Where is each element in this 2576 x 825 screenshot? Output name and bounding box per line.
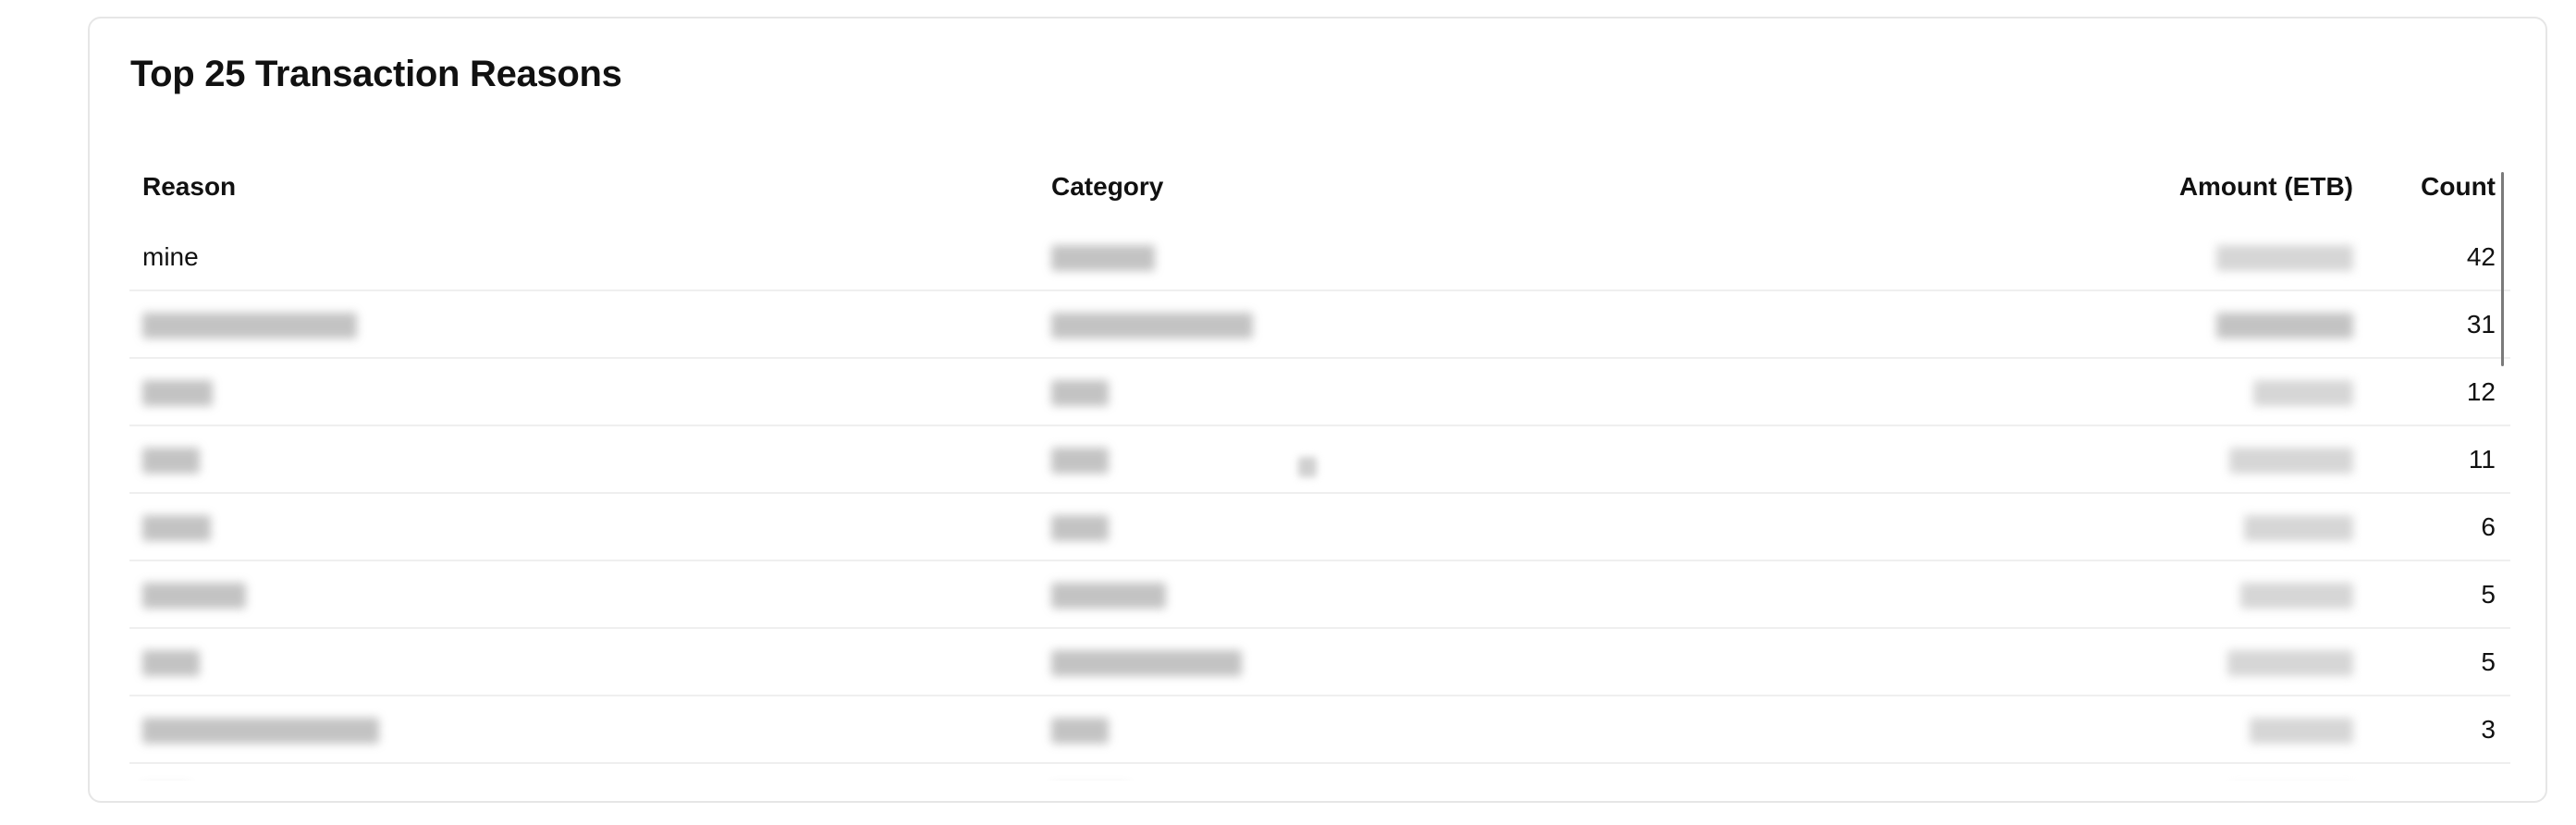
reason-cell [129,425,1038,494]
category-cell [1038,358,1963,426]
reason-cell [129,628,1038,696]
card-title: Top 25 Transaction Reasons [130,54,622,94]
category-cell [1038,224,1963,291]
table-row: 12 [129,358,2510,426]
reason-cell [129,493,1038,561]
redacted-amount [2240,583,2353,610]
redacted-category [1051,515,1109,542]
redacted-category [1051,448,1109,474]
count-cell: 12 [2368,358,2510,426]
redacted-amount [2253,380,2353,407]
table-scrollbar[interactable] [2501,172,2504,366]
redacted-amount [2216,245,2353,272]
redacted-category [1051,718,1109,745]
count-cell: 6 [2368,493,2510,561]
amount-cell [1963,425,2368,494]
amount-cell [1963,358,2368,426]
redacted-amount [2227,650,2353,677]
redacted-reason [142,650,200,677]
top-reasons-card: Top 25 Transaction Reasons Reason Catego… [88,17,2547,803]
reasons-table: Reason Category Amount (ETB) Count mine … [129,150,2510,781]
redacted-category [1051,313,1253,339]
count-cell: 5 [2368,560,2510,629]
column-header-count[interactable]: Count [2368,150,2510,224]
redacted-category [1051,583,1166,610]
redacted-category [1051,650,1242,677]
reasons-table-scroll-area[interactable]: Reason Category Amount (ETB) Count mine … [129,150,2510,781]
redacted-category [1051,245,1155,272]
table-row: 31 [129,290,2510,359]
reason-cell [129,696,1038,764]
reason-cell: mine [129,224,1038,291]
reason-cell [129,358,1038,426]
category-cell [1038,763,1963,781]
category-cell [1038,493,1963,561]
redacted-reason [142,313,357,339]
table-row: 6 [129,493,2510,561]
amount-cell [1963,628,2368,696]
table-row: 3 [129,763,2510,781]
category-cell [1038,560,1963,629]
table-row: mine 42 [129,224,2510,291]
category-cell [1038,425,1963,494]
count-cell: 3 [2368,696,2510,764]
count-cell: 11 [2368,425,2510,494]
table-row: 3 [129,696,2510,764]
count-cell: 5 [2368,628,2510,696]
reason-cell [129,290,1038,359]
amount-cell [1963,224,2368,291]
redacted-reason [142,380,213,407]
amount-cell [1963,560,2368,629]
amount-cell [1963,493,2368,561]
reason-cell [129,560,1038,629]
amount-cell [1963,763,2368,781]
count-cell: 31 [2368,290,2510,359]
redacted-amount [2229,448,2353,474]
column-header-reason[interactable]: Reason [129,150,1038,224]
redacted-reason [142,583,246,610]
redacted-amount [2216,313,2353,339]
column-header-category[interactable]: Category [1038,150,1963,224]
redacted-amount [2250,718,2353,745]
column-header-amount[interactable]: Amount (ETB) [1963,150,2368,224]
amount-cell [1963,696,2368,764]
redacted-category [1051,380,1109,407]
count-cell: 42 [2368,224,2510,291]
table-row: 11 [129,425,2510,494]
redacted-amount [2244,515,2353,542]
redacted-reason [142,448,200,474]
category-cell [1038,696,1963,764]
redacted-reason [142,515,211,542]
table-row: 5 [129,560,2510,629]
amount-cell [1963,290,2368,359]
category-cell [1038,290,1963,359]
redacted-reason [142,718,379,745]
category-cell [1038,628,1963,696]
table-header-row: Reason Category Amount (ETB) Count [129,150,2510,224]
table-row: 5 [129,628,2510,696]
count-cell: 3 [2368,763,2510,781]
reason-cell [129,763,1038,781]
redacted-artifact [1298,457,1317,477]
